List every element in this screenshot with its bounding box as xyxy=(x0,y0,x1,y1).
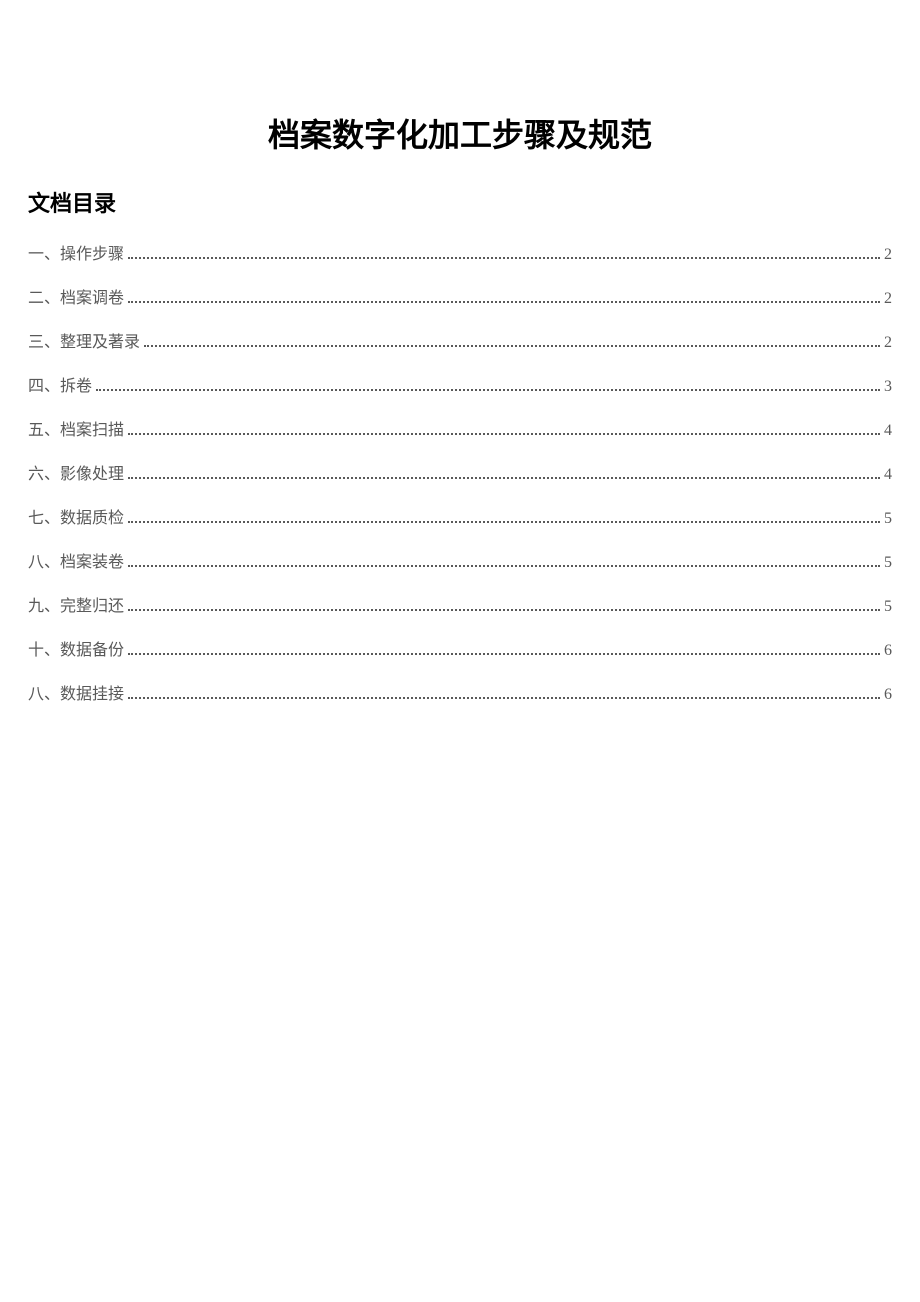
toc-dots xyxy=(128,653,880,655)
toc-item-page: 5 xyxy=(884,598,892,616)
toc-item-label: 八、档案装卷 xyxy=(28,548,124,572)
toc-dots xyxy=(128,301,880,303)
toc-item: 三、整理及著录 2 xyxy=(28,328,892,352)
toc-item-label: 三、整理及著录 xyxy=(28,328,140,352)
toc-item-page: 5 xyxy=(884,554,892,572)
toc-item-page: 2 xyxy=(884,290,892,308)
toc-item: 六、影像处理 4 xyxy=(28,460,892,484)
toc-item: 二、档案调卷 2 xyxy=(28,284,892,308)
toc-item-label: 八、数据挂接 xyxy=(28,680,124,704)
toc-dots xyxy=(128,521,880,523)
toc-item: 七、数据质检 5 xyxy=(28,504,892,528)
toc-dots xyxy=(128,477,880,479)
toc-item-page: 2 xyxy=(884,246,892,264)
toc-dots xyxy=(128,433,880,435)
toc-item-page: 3 xyxy=(884,378,892,396)
toc-dots xyxy=(96,389,880,391)
toc-item: 十、数据备份 6 xyxy=(28,636,892,660)
document-title: 档案数字化加工步骤及规范 xyxy=(28,110,892,156)
toc-dots xyxy=(128,257,880,259)
toc-item-label: 七、数据质检 xyxy=(28,504,124,528)
toc-list: 一、操作步骤 2 二、档案调卷 2 三、整理及著录 2 四、拆卷 3 五、档案扫… xyxy=(28,240,892,704)
toc-item-page: 2 xyxy=(884,334,892,352)
toc-item-page: 6 xyxy=(884,686,892,704)
toc-dots xyxy=(128,565,880,567)
toc-item-label: 四、拆卷 xyxy=(28,372,92,396)
toc-dots xyxy=(128,609,880,611)
toc-item-page: 4 xyxy=(884,466,892,484)
toc-item-label: 五、档案扫描 xyxy=(28,416,124,440)
toc-item-page: 4 xyxy=(884,422,892,440)
toc-item: 八、档案装卷 5 xyxy=(28,548,892,572)
toc-item-label: 六、影像处理 xyxy=(28,460,124,484)
toc-dots xyxy=(144,345,880,347)
toc-item-label: 九、完整归还 xyxy=(28,592,124,616)
toc-item: 四、拆卷 3 xyxy=(28,372,892,396)
toc-item: 九、完整归还 5 xyxy=(28,592,892,616)
toc-item: 一、操作步骤 2 xyxy=(28,240,892,264)
toc-item-page: 5 xyxy=(884,510,892,528)
toc-item-label: 二、档案调卷 xyxy=(28,284,124,308)
toc-item-page: 6 xyxy=(884,642,892,660)
toc-item-label: 十、数据备份 xyxy=(28,636,124,660)
toc-dots xyxy=(128,697,880,699)
toc-item: 五、档案扫描 4 xyxy=(28,416,892,440)
toc-heading: 文档目录 xyxy=(28,186,892,218)
toc-item-label: 一、操作步骤 xyxy=(28,240,124,264)
toc-item: 八、数据挂接 6 xyxy=(28,680,892,704)
